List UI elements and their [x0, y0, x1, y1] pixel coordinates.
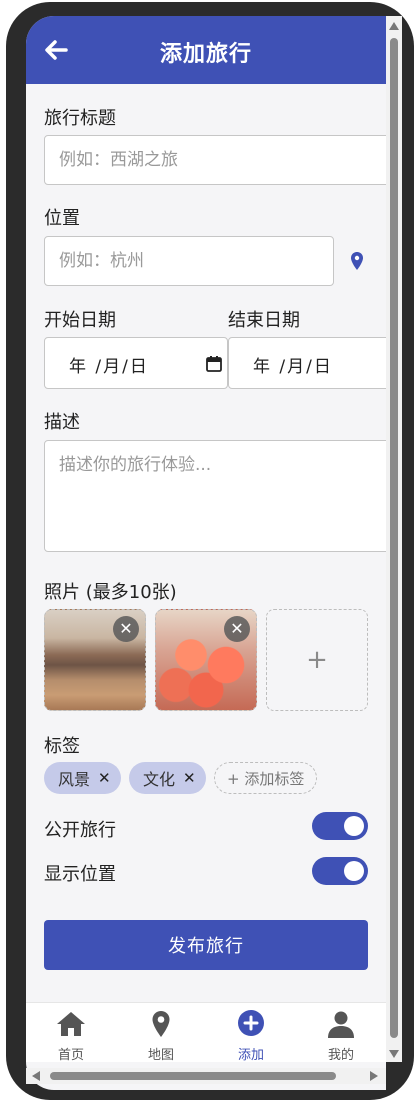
description-textarea[interactable]: [44, 440, 386, 552]
end-date-value: 年 /月/日: [253, 357, 333, 377]
close-icon[interactable]: ✕: [98, 769, 111, 787]
scrollbar-thumb[interactable]: [50, 1072, 336, 1080]
public-trip-toggle[interactable]: [312, 812, 368, 840]
toggle-knob: [344, 861, 364, 881]
user-icon: [328, 1011, 354, 1038]
tab-map[interactable]: 地图: [116, 1003, 206, 1063]
tab-label: 我的: [327, 1048, 354, 1063]
add-photo-button[interactable]: +: [266, 609, 368, 711]
tab-add[interactable]: 添加: [206, 1003, 296, 1063]
scroll-left-icon[interactable]: [32, 1071, 40, 1081]
publish-button[interactable]: 发布旅行: [44, 920, 368, 970]
photos-label: 照片 (最多10张): [44, 582, 177, 603]
toggle-knob: [344, 816, 364, 836]
remove-photo-button[interactable]: ✕: [113, 616, 139, 642]
tag-chip-label: 文化: [143, 770, 176, 789]
photo-thumbnail[interactable]: ✕: [155, 609, 257, 711]
tag-chip-label: 风景: [58, 770, 91, 789]
description-label: 描述: [44, 412, 80, 433]
remove-photo-button[interactable]: ✕: [224, 616, 250, 642]
title-label: 旅行标题: [44, 108, 116, 129]
bottom-tab-bar: 首页 地图 添加 我的: [26, 1002, 386, 1063]
photo-thumbnail[interactable]: ✕: [44, 609, 146, 711]
app-header: 添加旅行: [26, 16, 386, 84]
close-icon[interactable]: ✕: [183, 769, 196, 787]
add-tag-button[interactable]: + 添加标签: [214, 762, 318, 794]
horizontal-scrollbar[interactable]: [26, 1068, 386, 1084]
home-icon: [57, 1012, 85, 1036]
tab-label: 地图: [147, 1048, 174, 1063]
scroll-right-icon[interactable]: [370, 1071, 378, 1081]
page-title: 添加旅行: [159, 42, 252, 67]
tags-label: 标签: [44, 736, 80, 757]
end-date-label: 结束日期: [228, 310, 300, 331]
show-location-toggle[interactable]: [312, 857, 368, 885]
scrollbar-thumb[interactable]: [390, 38, 398, 1038]
location-input[interactable]: [44, 236, 334, 286]
scroll-up-icon[interactable]: [389, 22, 399, 30]
tag-chip: 风景 ✕: [44, 762, 121, 794]
end-date-input[interactable]: 年 /月/日: [228, 337, 386, 389]
tab-home[interactable]: 首页: [26, 1003, 116, 1063]
tab-label: 添加: [237, 1048, 264, 1063]
start-date-input[interactable]: 年 /月/日: [44, 337, 228, 389]
title-input[interactable]: [44, 135, 386, 185]
tab-profile[interactable]: 我的: [296, 1003, 386, 1063]
app-screen: 添加旅行 旅行标题 位置 开始日期 结束日期 年 /月/日 年 /月/日 描述 …: [26, 16, 386, 1090]
location-label: 位置: [44, 208, 80, 229]
phone-frame: 添加旅行 旅行标题 位置 开始日期 结束日期 年 /月/日 年 /月/日 描述 …: [6, 2, 414, 1100]
start-date-value: 年 /月/日: [69, 357, 149, 377]
show-location-label: 显示位置: [44, 864, 116, 885]
tab-label: 首页: [57, 1048, 84, 1063]
public-trip-label: 公开旅行: [44, 820, 116, 841]
scroll-down-icon[interactable]: [389, 1050, 399, 1058]
calendar-icon[interactable]: [205, 355, 223, 373]
add-circle-icon: [238, 1010, 264, 1036]
map-pin-icon[interactable]: [348, 251, 366, 273]
vertical-scrollbar[interactable]: [386, 16, 402, 1062]
map-pin-icon: [152, 1011, 170, 1037]
tag-chip: 文化 ✕: [129, 762, 206, 794]
start-date-label: 开始日期: [44, 310, 116, 331]
